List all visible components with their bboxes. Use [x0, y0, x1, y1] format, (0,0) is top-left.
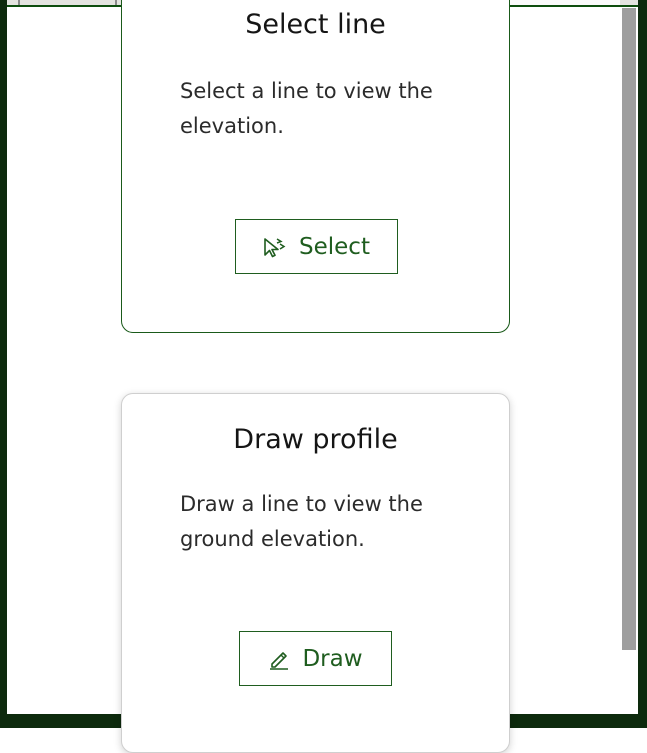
card-description: Select a line to view the elevation.: [180, 79, 433, 138]
card-description: Draw a line to view the ground elevation…: [180, 492, 423, 551]
card-title: Draw profile: [233, 424, 398, 455]
draw-button-label: Draw: [302, 645, 363, 672]
select-line-card[interactable]: Select line Select a line to view the el…: [121, 0, 510, 333]
select-button[interactable]: Select: [235, 219, 398, 274]
cursor-select-icon: [263, 236, 287, 258]
draw-button[interactable]: Draw: [239, 631, 392, 686]
scrollbar-thumb[interactable]: [622, 8, 636, 650]
pencil-icon: [268, 648, 290, 670]
card-title: Select line: [245, 9, 386, 40]
draw-profile-card[interactable]: Draw profile Draw a line to view the gro…: [121, 393, 510, 753]
select-button-label: Select: [299, 233, 370, 260]
